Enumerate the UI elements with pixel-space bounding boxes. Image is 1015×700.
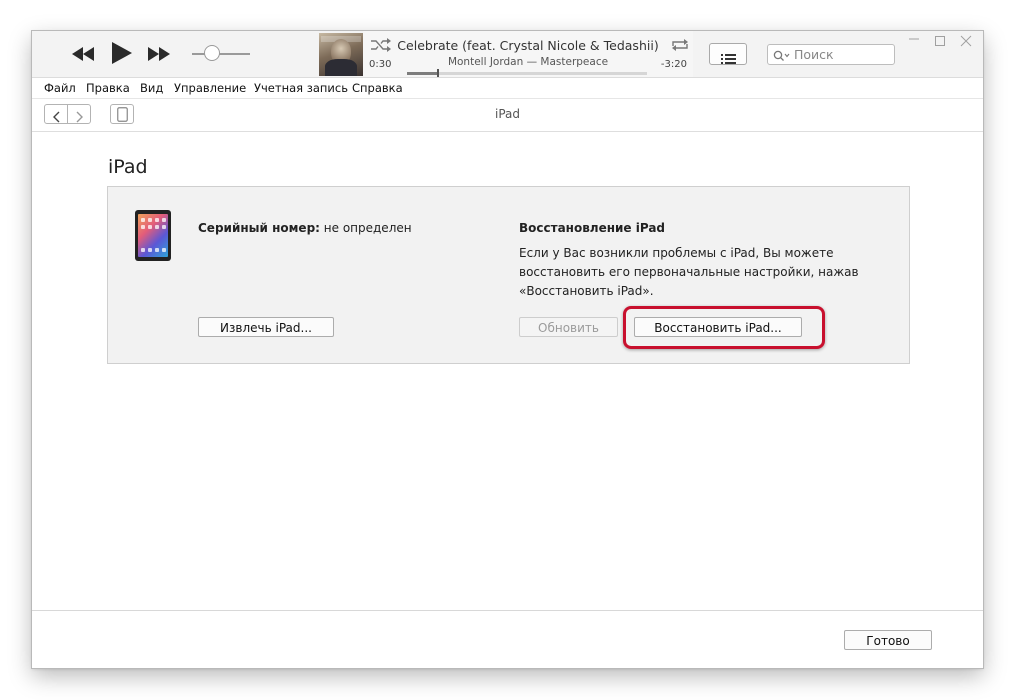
progress-bar[interactable] [407, 72, 647, 75]
serial-label: Серийный номер: [198, 221, 320, 235]
serial-value: не определен [323, 221, 412, 235]
page-title: iPad [108, 156, 148, 178]
now-playing-display: 0:30 Celebrate (feat. Crystal Nicole & T… [363, 31, 693, 77]
up-next-button[interactable] [709, 43, 747, 65]
maximize-icon[interactable] [934, 35, 946, 50]
play-icon[interactable] [112, 42, 132, 68]
menu-item-controls[interactable]: Управление [174, 81, 246, 95]
navigation-bar: iPad [32, 99, 983, 132]
menu-item-help[interactable]: Справка [352, 81, 403, 95]
volume-knob[interactable] [204, 45, 221, 61]
player-bar: 0:30 Celebrate (feat. Crystal Nicole & T… [32, 31, 983, 78]
update-button[interactable]: Обновить [519, 317, 618, 337]
ipad-device-icon [135, 210, 171, 261]
repeat-icon[interactable] [670, 37, 690, 57]
menu-item-file[interactable]: Файл [44, 81, 76, 95]
list-icon [721, 49, 736, 68]
rewind-icon[interactable] [72, 46, 94, 65]
close-icon[interactable] [960, 35, 972, 50]
serial-number: Серийный номер: не определен [198, 221, 412, 235]
done-button[interactable]: Готово [844, 630, 932, 650]
eject-ipad-button[interactable]: Извлечь iPad... [198, 317, 334, 337]
nav-title: iPad [494, 107, 520, 121]
menu-item-view[interactable]: Вид [140, 81, 163, 95]
search-field[interactable]: Поиск [767, 44, 895, 65]
search-icon [773, 48, 791, 67]
time-remaining: -3:20 [660, 59, 687, 70]
footer-divider [32, 610, 983, 611]
restore-description: Если у Вас возникли проблемы с iPad, Вы … [519, 246, 859, 298]
fast-forward-icon[interactable] [148, 46, 170, 65]
minimize-icon[interactable] [908, 33, 920, 48]
menu-item-edit[interactable]: Правка [86, 81, 130, 95]
album-art[interactable] [319, 33, 363, 76]
menu-bar: Файл Правка Вид Управление Учетная запис… [32, 78, 983, 99]
search-placeholder: Поиск [794, 47, 834, 62]
restore-title: Восстановление iPad [519, 221, 666, 235]
song-artist: Montell Jordan — Masterpeace [447, 56, 609, 68]
progress-fill [407, 72, 439, 75]
highlight-annotation [623, 306, 825, 349]
menu-item-account[interactable]: Учетная запись [254, 81, 348, 95]
song-title: Celebrate (feat. Crystal Nicole & Tedash… [397, 38, 659, 53]
progress-playhead[interactable] [437, 69, 440, 77]
volume-slider[interactable] [192, 53, 250, 55]
itunes-window: 0:30 Celebrate (feat. Crystal Nicole & T… [32, 31, 983, 668]
